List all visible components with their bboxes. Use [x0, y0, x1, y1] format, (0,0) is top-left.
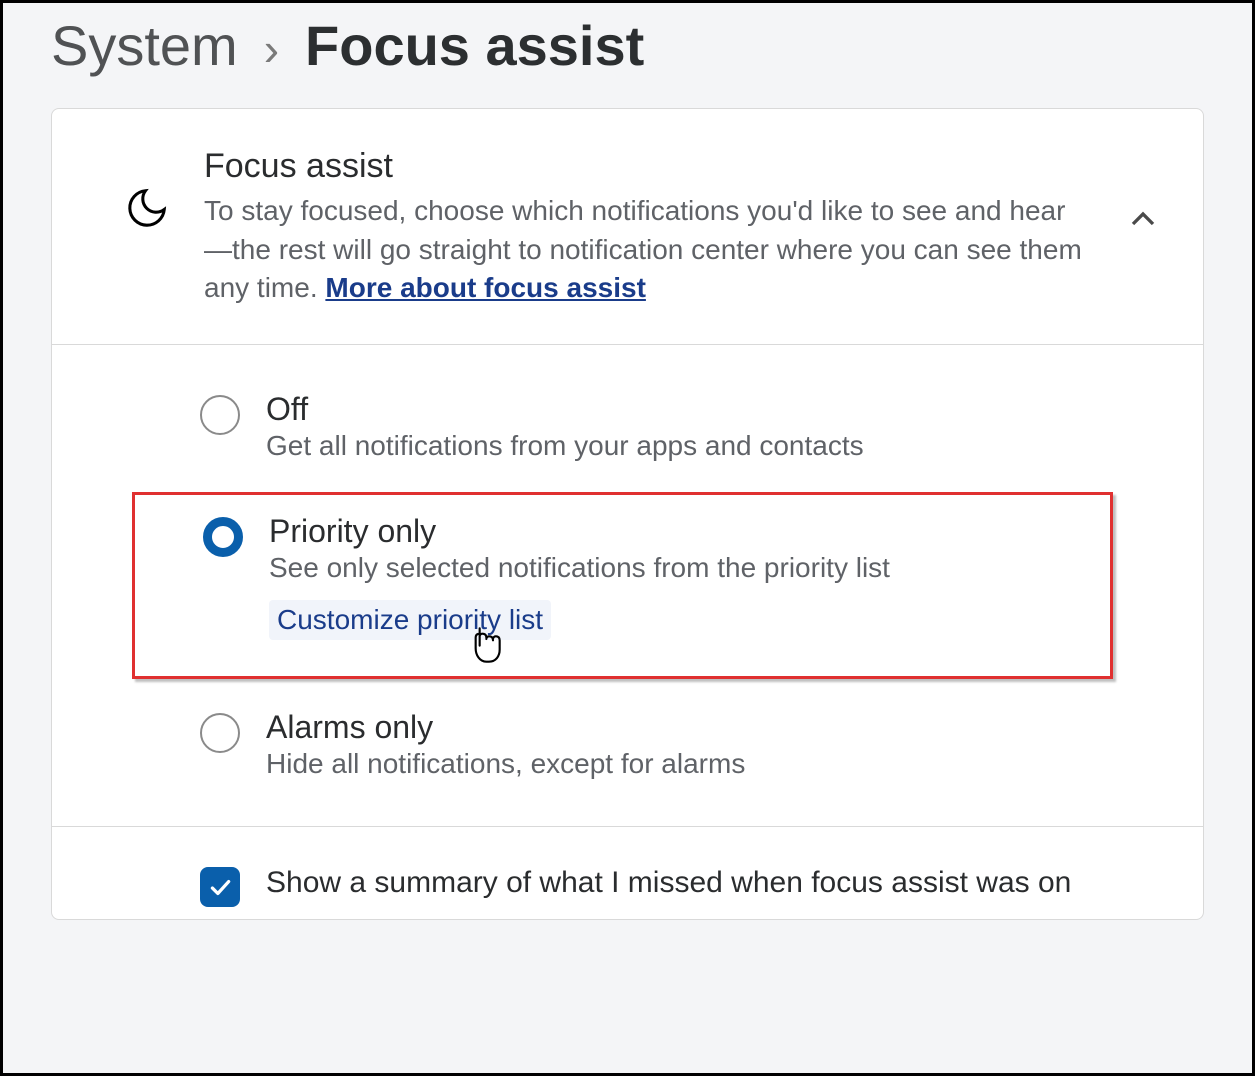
- header-description: To stay focused, choose which notificati…: [204, 192, 1089, 308]
- breadcrumb: System › Focus assist: [51, 3, 1204, 108]
- radio-icon[interactable]: [200, 713, 240, 753]
- checkbox-label: Show a summary of what I missed when foc…: [266, 863, 1071, 904]
- header-title: Focus assist: [204, 147, 1089, 186]
- radio-title: Off: [266, 391, 1163, 428]
- breadcrumb-separator-icon: ›: [264, 22, 279, 76]
- radio-description: Hide all notifications, except for alarm…: [266, 748, 1163, 780]
- radio-title: Alarms only: [266, 709, 1163, 746]
- focus-assist-options: Off Get all notifications from your apps…: [52, 345, 1203, 827]
- chevron-up-icon[interactable]: [1123, 199, 1163, 239]
- radio-title: Priority only: [269, 513, 1070, 550]
- radio-description: See only selected notifications from the…: [269, 552, 1070, 584]
- radio-option-priority-only[interactable]: Priority only See only selected notifica…: [132, 492, 1113, 679]
- radio-description: Get all notifications from your apps and…: [266, 430, 1163, 462]
- summary-checkbox-row[interactable]: Show a summary of what I missed when foc…: [52, 827, 1203, 919]
- customize-priority-list-link[interactable]: Customize priority list: [269, 600, 551, 640]
- focus-assist-card: Focus assist To stay focused, choose whi…: [51, 108, 1204, 920]
- moon-icon: [124, 185, 170, 231]
- more-about-focus-assist-link[interactable]: More about focus assist: [325, 272, 646, 303]
- radio-option-off[interactable]: Off Get all notifications from your apps…: [52, 371, 1203, 482]
- breadcrumb-parent[interactable]: System: [51, 13, 238, 78]
- card-header[interactable]: Focus assist To stay focused, choose whi…: [52, 109, 1203, 345]
- breadcrumb-current: Focus assist: [305, 13, 644, 78]
- checkbox-checked-icon[interactable]: [200, 867, 240, 907]
- radio-icon[interactable]: [200, 395, 240, 435]
- radio-option-alarms-only[interactable]: Alarms only Hide all notifications, exce…: [52, 689, 1203, 800]
- radio-icon[interactable]: [203, 517, 243, 557]
